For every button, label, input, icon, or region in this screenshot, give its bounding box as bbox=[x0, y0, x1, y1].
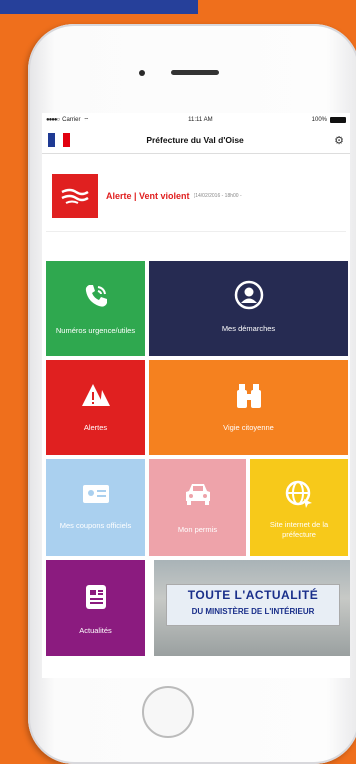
tile-actualites[interactable]: Actualités bbox=[46, 560, 145, 656]
globe-icon bbox=[284, 479, 314, 514]
tile-coupons[interactable]: Mes coupons officiels bbox=[46, 459, 145, 556]
wifi-icon: ⌔ bbox=[83, 118, 90, 124]
news-sign: TOUTE L'ACTUALITÉ DU MINISTÈRE DE L'INTÉ… bbox=[166, 584, 340, 626]
car-icon bbox=[183, 481, 213, 512]
tile-actualites-label: Actualités bbox=[79, 626, 112, 635]
tile-demarches-label: Mes démarches bbox=[221, 324, 276, 333]
tile-alertes[interactable]: Alertes bbox=[46, 360, 145, 455]
tile-site-label: Site internet de la préfecture bbox=[269, 520, 329, 539]
alert-title: Alerte | Vent violent bbox=[106, 191, 190, 201]
tile-site[interactable]: Site internet de la préfecture bbox=[250, 459, 348, 556]
alert-detail: (14/02/2016 - 18h00 - bbox=[193, 193, 242, 199]
tile-demarches[interactable]: Mes démarches bbox=[149, 261, 348, 356]
app-screen: ●●●●○ Carrier ⌔ 11:11 AM 100% Préfecture… bbox=[42, 113, 350, 678]
home-button[interactable] bbox=[142, 686, 194, 738]
tile-permis[interactable]: Mon permis bbox=[149, 459, 246, 556]
gear-icon[interactable]: ⚙ bbox=[334, 134, 344, 147]
alert-banner[interactable]: Alerte | Vent violent (14/02/2016 - 18h0… bbox=[46, 161, 346, 232]
earpiece-speaker bbox=[171, 70, 219, 75]
tile-numeros[interactable]: Numéros urgence/utiles bbox=[46, 261, 145, 356]
tile-vigie[interactable]: Vigie citoyenne bbox=[149, 360, 348, 455]
signal-icon: ●●●●○ bbox=[46, 117, 60, 123]
news-banner[interactable]: TOUTE L'ACTUALITÉ DU MINISTÈRE DE L'INTÉ… bbox=[154, 560, 350, 656]
tile-permis-label: Mon permis bbox=[177, 525, 218, 534]
tile-alertes-label: Alertes bbox=[83, 423, 108, 432]
newspaper-icon bbox=[82, 582, 110, 617]
news-line1: TOUTE L'ACTUALITÉ bbox=[187, 588, 319, 602]
status-bar: ●●●●○ Carrier ⌔ 11:11 AM 100% bbox=[42, 113, 350, 127]
french-flag-logo bbox=[48, 133, 70, 147]
front-camera bbox=[139, 70, 145, 76]
clock: 11:11 AM bbox=[188, 117, 213, 123]
phone-icon bbox=[81, 281, 111, 316]
battery-icon bbox=[330, 117, 346, 123]
nav-bar: Préfecture du Val d'Oise ⚙ bbox=[42, 127, 350, 154]
tile-coupons-label: Mes coupons officiels bbox=[59, 521, 132, 530]
tile-numeros-label: Numéros urgence/utiles bbox=[55, 326, 136, 335]
page-title: Préfecture du Val d'Oise bbox=[146, 135, 244, 145]
news-line2: DU MINISTÈRE DE L'INTÉRIEUR bbox=[191, 607, 315, 616]
battery-percent: 100% bbox=[311, 117, 327, 123]
binoculars-icon bbox=[234, 382, 264, 415]
top-banner bbox=[0, 0, 198, 14]
user-circle-icon bbox=[233, 279, 265, 316]
tile-vigie-label: Vigie citoyenne bbox=[223, 423, 274, 432]
carrier-label: Carrier bbox=[62, 117, 81, 123]
id-card-icon bbox=[81, 481, 111, 510]
wind-icon bbox=[52, 174, 98, 218]
warning-icon bbox=[80, 382, 112, 417]
